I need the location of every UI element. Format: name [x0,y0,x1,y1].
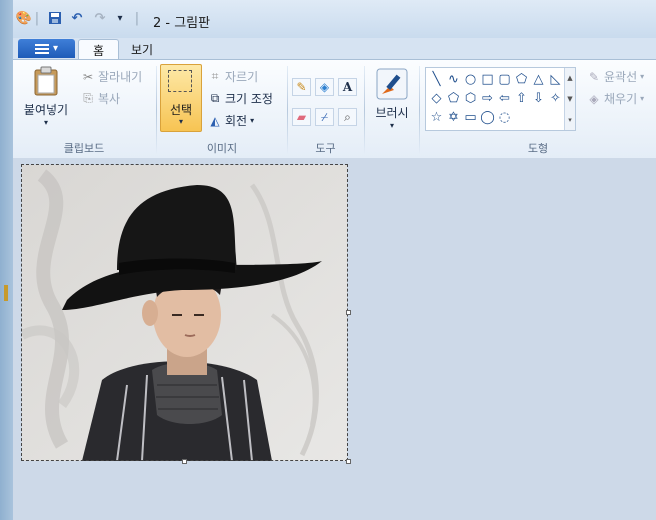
clipboard-icon [34,66,58,96]
scroll-down-icon[interactable]: ▼ [567,95,572,103]
fill-label: 채우기 [604,92,638,106]
group-label-image: 이미지 [206,142,238,155]
scroll-up-icon[interactable]: ▲ [567,74,572,82]
group-label-shapes: 도형 [527,142,549,155]
qat-separator: | [34,10,40,26]
brushes-label: 브러시 [375,106,409,120]
copy-icon: ⎘ [83,91,93,105]
resize-button[interactable]: ⧉ 크기 조정 [208,90,273,107]
select-dropdown-icon[interactable]: ▾ [161,117,201,126]
brushes-button[interactable]: 브러시 ▾ [369,68,415,130]
outline-icon: ✎ [588,69,600,84]
text-tool-icon[interactable]: A [338,78,357,96]
shapes-scrollbar[interactable]: ▲ ▼ ▾ [564,68,575,130]
fill-bucket-icon[interactable]: ◈ [315,78,334,96]
fill-button[interactable]: ◈ 채우기 ▾ [587,90,644,107]
paste-label: 붙여넣기 [23,103,69,117]
shape-item-icon[interactable]: ◺ [547,70,564,89]
color-picker-icon[interactable]: ⌿ [315,108,334,126]
group-separator [364,66,365,154]
brush-icon [376,68,408,100]
rotate-dropdown-icon[interactable]: ▾ [250,116,254,125]
eraser-icon[interactable]: ▰ [292,108,311,126]
cut-button[interactable]: ✂ 잘라내기 [81,68,142,85]
shape-item-icon[interactable]: □ [479,70,496,89]
paint-menu-button[interactable]: ▾ [18,39,75,58]
shape-item-icon[interactable]: ∿ [445,70,462,89]
shapes-grid: ╲ ∿ ○ □ ▢ ⬠ △ ◺ ◇ ⬠ ⬡ ⇨ ⇦ ⇧ ⇩ ✧ ☆ ✡ ▭ ◯ ◌ [428,70,564,127]
outline-label: 윤곽선 [604,70,638,84]
select-button[interactable]: 선택 ▾ [160,64,202,132]
copy-label: 복사 [98,92,121,106]
shape-item-icon[interactable]: ⇧ [513,89,530,108]
outline-button[interactable]: ✎ 윤곽선 ▾ [587,68,644,85]
select-rect-icon [168,70,192,92]
cut-label: 잘라내기 [98,70,143,84]
tab-view[interactable]: 보기 [117,39,167,59]
resize-icon: ⧉ [210,91,220,105]
shape-item-icon[interactable]: ⬠ [513,70,530,89]
ribbon: 붙여넣기 ▾ ✂ 잘라내기 ⎘ 복사 클립보드 선택 ▾ ⌗ 자르기 ⧉ 크기 … [13,59,656,159]
shape-item-icon[interactable]: ╲ [428,70,445,89]
resize-handle-bottom[interactable] [182,459,187,464]
window-title: 2 - 그림판 [153,16,211,31]
rotate-icon: ◭ [210,113,220,128]
canvas-area[interactable] [13,158,656,520]
select-label: 선택 [169,103,193,117]
shape-item-icon[interactable]: ▭ [462,108,479,127]
left-edge-mark [4,285,8,301]
customize-qat-icon[interactable]: ▾ [114,9,126,27]
shapes-gallery[interactable]: ╲ ∿ ○ □ ▢ ⬠ △ ◺ ◇ ⬠ ⬡ ⇨ ⇦ ⇧ ⇩ ✧ ☆ ✡ ▭ ◯ ◌ ▲ ▼ ▾ [425,67,576,131]
shape-item-icon[interactable]: ▢ [496,70,513,89]
shape-item-icon[interactable]: ⇩ [530,89,547,108]
undo-icon[interactable]: ↶ [69,9,85,27]
tab-home[interactable]: 홈 [78,39,120,60]
portrait-image [22,165,347,461]
resize-handle-right[interactable] [346,310,351,315]
magnifier-icon[interactable]: ⌕ [338,108,357,126]
qat-separator-2: | [134,10,140,26]
shape-item-icon[interactable]: ✧ [547,89,564,108]
resize-label: 크기 조정 [225,92,273,106]
copy-button[interactable]: ⎘ 복사 [81,90,120,107]
crop-label: 자르기 [225,70,259,84]
window-left-border [0,0,13,520]
redo-icon[interactable]: ↷ [92,9,108,27]
shape-item-icon[interactable]: ⬡ [462,89,479,108]
title-bar: 🎨 | ↶ ↷ ▾ | 2 - 그림판 [13,0,656,38]
chevron-down-icon: ▾ [52,43,59,54]
fill-dropdown-icon[interactable]: ▾ [640,94,644,103]
shape-item-icon[interactable]: ◇ [428,89,445,108]
shape-item-icon[interactable]: ○ [462,70,479,89]
shape-item-icon[interactable]: ◯ [479,108,496,127]
outline-dropdown-icon[interactable]: ▾ [640,72,644,81]
shape-item-icon[interactable]: ⇨ [479,89,496,108]
shape-item-icon[interactable]: ⇦ [496,89,513,108]
paste-dropdown-icon[interactable]: ▾ [44,118,48,127]
shape-item-icon[interactable]: ☆ [428,108,445,127]
crop-button[interactable]: ⌗ 자르기 [208,68,259,85]
crop-icon: ⌗ [211,69,219,83]
rotate-button[interactable]: ◭ 회전 ▾ [208,112,254,129]
paint-app-icon[interactable]: 🎨 [15,9,33,27]
brushes-dropdown-icon[interactable]: ▾ [390,121,394,130]
resize-handle-corner[interactable] [346,459,351,464]
group-label-clipboard: 클립보드 [63,142,105,155]
shape-item-icon[interactable]: ✡ [445,108,462,127]
shape-item-icon[interactable]: ⬠ [445,89,462,108]
fill-icon: ◈ [589,91,599,106]
canvas-image[interactable] [22,165,347,461]
scissors-icon: ✂ [82,69,94,84]
save-icon[interactable] [47,9,63,27]
rotate-label: 회전 [225,114,248,128]
paste-button[interactable]: 붙여넣기 ▾ [22,66,70,127]
group-label-tools: 도구 [315,142,336,155]
expand-gallery-icon[interactable]: ▾ [568,116,572,124]
ribbon-tabs: ▾ 홈 보기 [13,38,656,60]
paint-menu-icon [34,43,49,54]
pencil-icon[interactable]: ✎ [292,78,311,96]
shape-item-icon[interactable]: ◌ [496,108,513,127]
shape-item-icon[interactable]: △ [530,70,547,89]
